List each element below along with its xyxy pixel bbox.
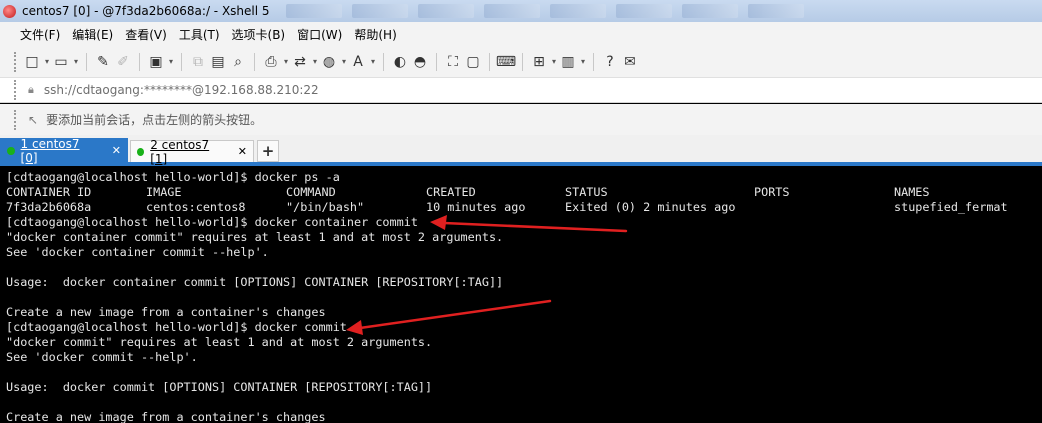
font-icon[interactable]: A: [348, 51, 375, 73]
ps-cell-image: centos:centos8: [146, 200, 246, 214]
lock-icon: 🔒︎: [28, 83, 34, 96]
menu-window[interactable]: 窗口(W): [291, 26, 348, 43]
menu-tabs[interactable]: 选项卡(B): [226, 26, 292, 43]
ps-cell-created: 10 minutes ago: [426, 200, 526, 214]
ps-cell-status: Exited (0) 2 minutes ago: [565, 200, 736, 214]
open-folder-icon[interactable]: ▭: [51, 51, 78, 73]
close-icon[interactable]: ✕: [112, 144, 121, 157]
add-tab-icon[interactable]: ⊞: [529, 51, 556, 73]
tab-label: 2 centos7 [1]: [150, 137, 210, 166]
background-taskbar: [285, 4, 814, 18]
terminal-line: [cdtaogang@localhost hello-world]$ docke…: [6, 170, 340, 184]
menu-file[interactable]: 文件(F): [14, 26, 66, 43]
globe-icon[interactable]: ◍: [319, 51, 346, 73]
hint-text: 要添加当前会话，点击左侧的箭头按钮。: [46, 113, 263, 127]
ps-data-row: 7f3da2b6068a centos:centos8 "/bin/bash" …: [6, 200, 1036, 215]
tab-session-1[interactable]: 1 centos7 [0] ✕: [0, 136, 128, 165]
ps-header-container-id: CONTAINER ID: [6, 185, 92, 199]
paste-icon[interactable]: ▤: [208, 51, 228, 73]
address-text[interactable]: ssh://cdtaogang:********@192.168.88.210:…: [44, 83, 319, 97]
session-tab-bar: 1 centos7 [0] ✕ 2 centos7 [1] ✕ +: [0, 135, 1042, 166]
menu-view[interactable]: 查看(V): [119, 26, 173, 43]
properties-icon[interactable]: ▣: [146, 51, 173, 73]
keyboard-icon[interactable]: ⌨: [496, 51, 516, 73]
help-icon[interactable]: ?: [600, 51, 620, 73]
layout-icon[interactable]: ▥: [558, 51, 585, 73]
window-title: centos7 [0] - @7f3da2b6068a:/ - Xshell 5: [22, 4, 270, 18]
terminal-line: Create a new image from a container's ch…: [6, 305, 326, 319]
terminal-line: See 'docker container commit --help'.: [6, 245, 269, 259]
lock-session-icon[interactable]: ▢: [463, 51, 483, 73]
new-session-icon[interactable]: □: [22, 51, 49, 73]
menu-help[interactable]: 帮助(H): [348, 26, 402, 43]
find-icon[interactable]: ⌕: [228, 51, 248, 73]
reconnect-icon[interactable]: ✐: [113, 51, 133, 73]
ps-cell-container-id: 7f3da2b6068a: [6, 200, 92, 214]
ps-header-command: COMMAND: [286, 185, 336, 199]
menu-bar: 文件(F) 编辑(E) 查看(V) 工具(T) 选项卡(B) 窗口(W) 帮助(…: [0, 22, 1042, 46]
connected-status-icon: [7, 146, 15, 155]
terminal-line: "docker container commit" requires at le…: [6, 230, 504, 244]
close-icon[interactable]: ✕: [238, 145, 247, 158]
ps-header-status: STATUS: [565, 185, 608, 199]
disconnect-icon[interactable]: ✎: [93, 51, 113, 73]
arrow-pointer-icon[interactable]: ↖: [28, 113, 38, 127]
toolbar-grip[interactable]: [14, 51, 16, 72]
print-icon[interactable]: ⎙: [261, 51, 288, 73]
xftp-icon[interactable]: ◐: [390, 51, 410, 73]
menu-tools[interactable]: 工具(T): [173, 26, 226, 43]
toolbar: □ ▭ ✎ ✐ ▣ ⧉ ▤ ⌕ ⎙ ⇄ ◍ A ◐ ◓ ⛶ ▢ ⌨ ⊞ ▥ ? …: [0, 46, 1042, 78]
title-bar[interactable]: centos7 [0] - @7f3da2b6068a:/ - Xshell 5: [0, 0, 1042, 22]
connected-status-icon: [137, 147, 145, 156]
tab-label: 1 centos7 [0]: [20, 136, 80, 165]
script-icon[interactable]: ◓: [410, 51, 430, 73]
copy-icon[interactable]: ⧉: [188, 51, 208, 73]
ps-header-names: NAMES: [894, 185, 930, 199]
new-tab-button[interactable]: +: [257, 140, 279, 162]
chat-icon[interactable]: ✉: [620, 51, 640, 73]
address-bar[interactable]: 🔒︎ ssh://cdtaogang:********@192.168.88.2…: [0, 78, 1042, 103]
menu-edit[interactable]: 编辑(E): [66, 26, 119, 43]
xshell-app-icon: [3, 4, 16, 18]
red-arrow-2: [346, 299, 552, 335]
terminal-line: See 'docker commit --help'.: [6, 350, 198, 364]
transfer-icon[interactable]: ⇄: [290, 51, 317, 73]
terminal-line: [cdtaogang@localhost hello-world]$ docke…: [6, 320, 347, 334]
terminal-line: Create a new image from a container's ch…: [6, 410, 326, 423]
terminal-line: "docker commit" requires at least 1 and …: [6, 335, 433, 349]
tab-session-2[interactable]: 2 centos7 [1] ✕: [130, 138, 254, 166]
address-grip[interactable]: [14, 80, 16, 100]
ps-cell-names: stupefied_fermat: [894, 200, 1008, 214]
ps-header-ports: PORTS: [754, 185, 790, 199]
ps-cell-command: "/bin/bash": [286, 200, 365, 214]
terminal-line: [cdtaogang@localhost hello-world]$ docke…: [6, 215, 418, 229]
hint-grip[interactable]: [14, 109, 16, 130]
ps-header-created: CREATED: [426, 185, 476, 199]
ps-header-image: IMAGE: [146, 185, 182, 199]
ps-header-row: CONTAINER ID IMAGE COMMAND CREATED STATU…: [6, 185, 1036, 200]
hint-bar: ↖ 要添加当前会话，点击左侧的箭头按钮。: [0, 104, 1042, 135]
fullscreen-icon[interactable]: ⛶: [443, 51, 463, 73]
red-arrow-1: [430, 215, 628, 233]
terminal-line: Usage: docker container commit [OPTIONS]…: [6, 275, 504, 289]
terminal[interactable]: [cdtaogang@localhost hello-world]$ docke…: [0, 170, 1042, 423]
terminal-line: Usage: docker commit [OPTIONS] CONTAINER…: [6, 380, 433, 394]
